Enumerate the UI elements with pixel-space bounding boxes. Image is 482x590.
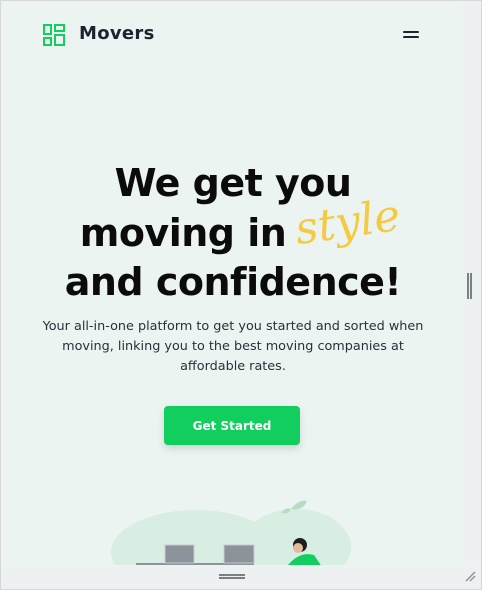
hero-heading-line-2-text: moving in bbox=[79, 211, 287, 255]
brand-name[interactable]: Movers bbox=[79, 23, 155, 44]
vertical-resize-grip-icon[interactable] bbox=[467, 273, 473, 299]
horizontal-resize-grip-icon[interactable] bbox=[219, 574, 245, 580]
landing-page: Movers We get you moving in style and co… bbox=[5, 5, 461, 565]
get-started-button[interactable]: Get Started bbox=[164, 406, 300, 445]
browser-frame: Movers We get you moving in style and co… bbox=[0, 0, 482, 590]
hero-heading-line-3: and confidence! bbox=[64, 260, 402, 304]
hero-subtitle: Your all-in-one platform to get you star… bbox=[42, 319, 424, 374]
logo-icon[interactable] bbox=[43, 24, 65, 46]
site-header: Movers bbox=[5, 5, 461, 65]
moving-illustration bbox=[111, 500, 351, 565]
corner-resize-icon[interactable] bbox=[464, 570, 476, 582]
hamburger-menu-icon[interactable] bbox=[403, 29, 419, 41]
